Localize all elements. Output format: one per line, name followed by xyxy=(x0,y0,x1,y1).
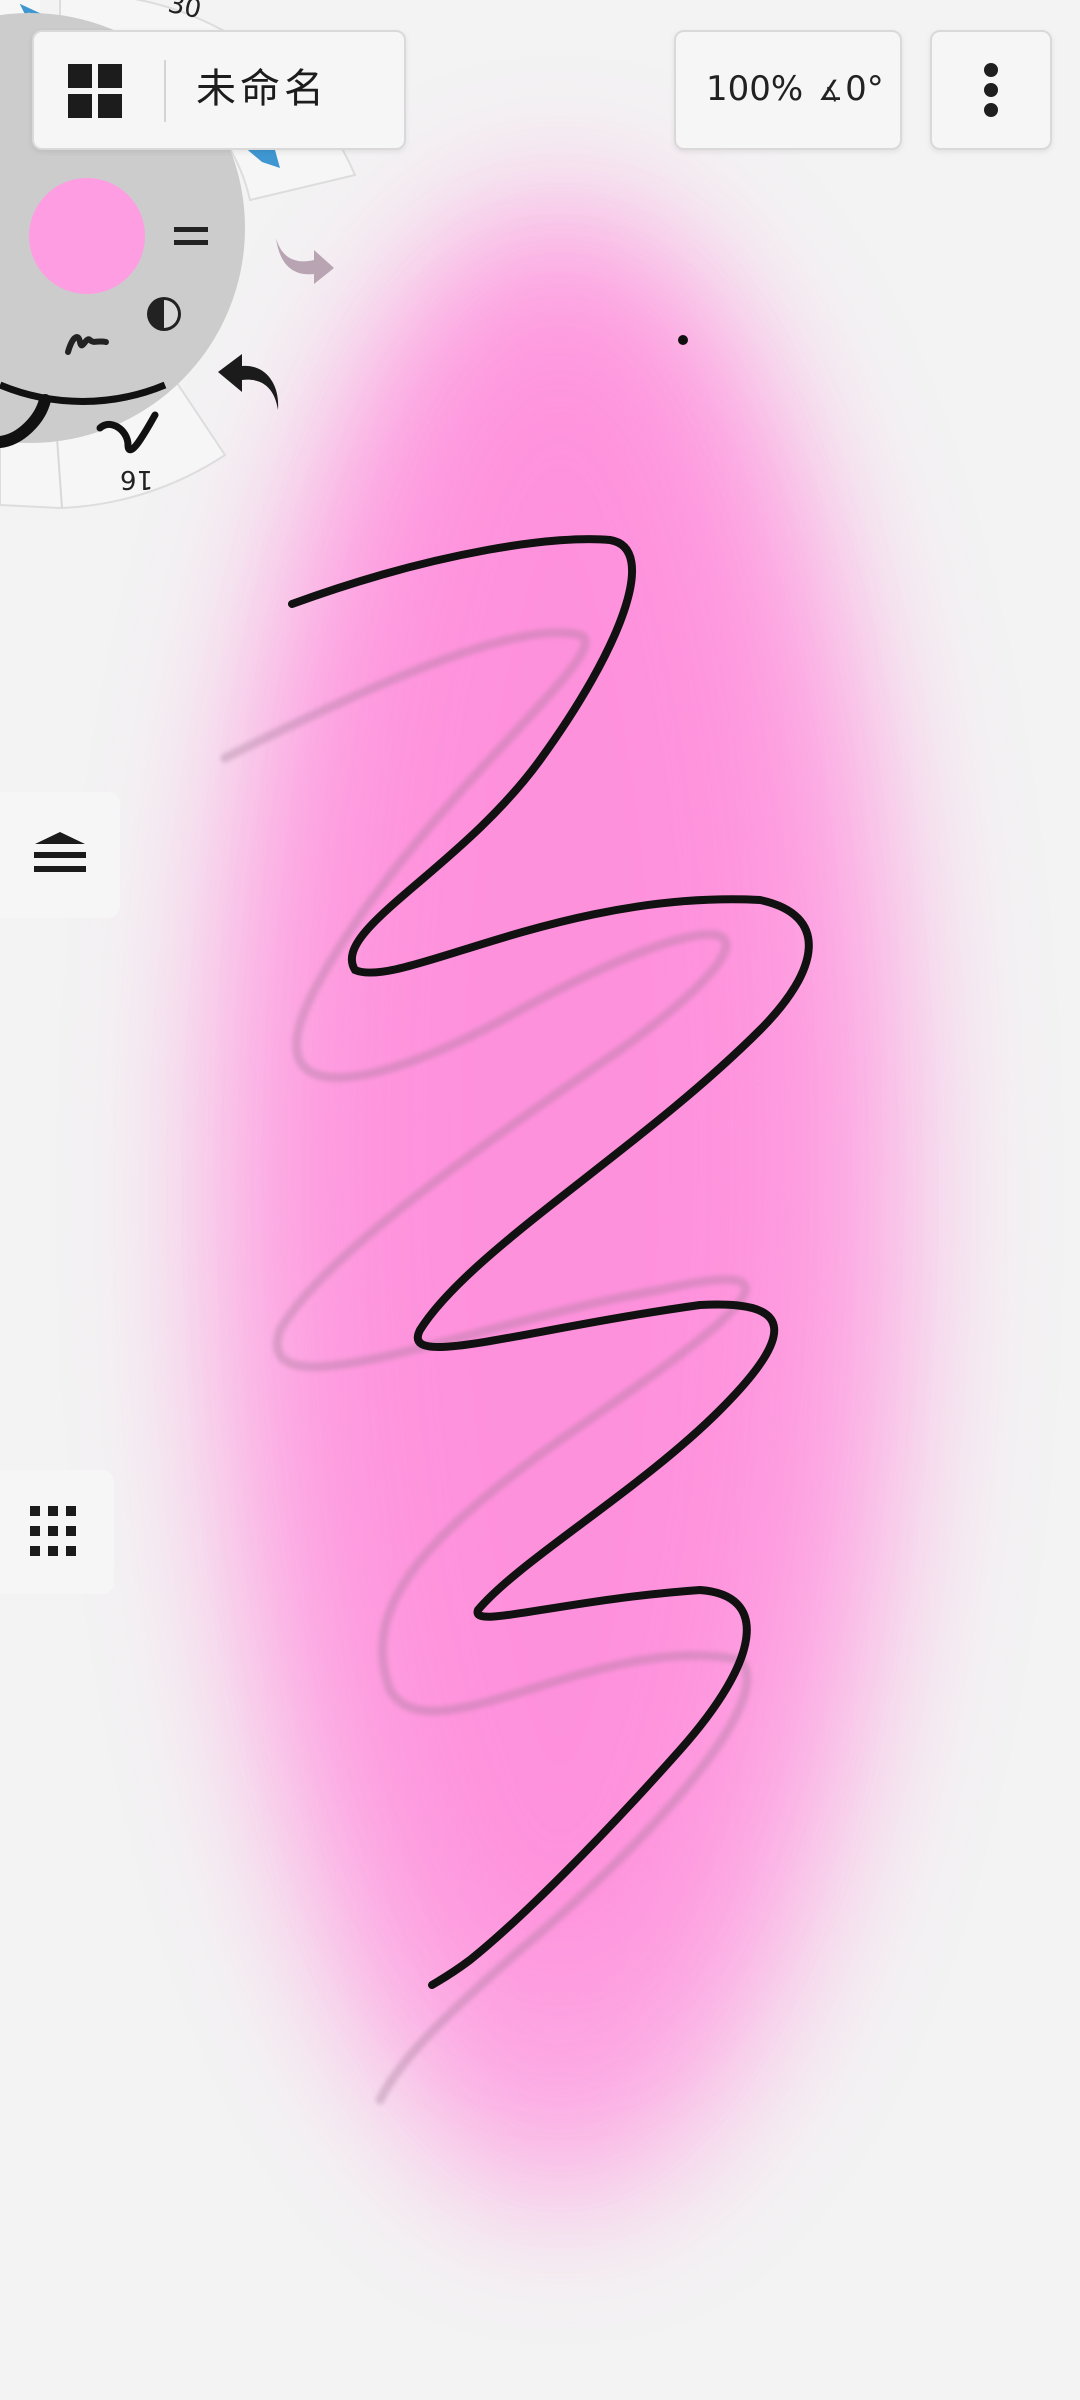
more-vertical-icon xyxy=(984,63,998,117)
redo-arrow-icon[interactable] xyxy=(268,226,338,288)
zoom-level[interactable]: 100% xyxy=(706,58,803,120)
document-title[interactable]: 未命名 xyxy=(196,58,328,120)
title-divider xyxy=(164,60,166,122)
rotation-angle: 0° xyxy=(845,69,884,109)
color-swatch[interactable] xyxy=(29,178,145,294)
more-menu-button[interactable] xyxy=(930,30,1052,150)
brush-size-bottom-label: 16 xyxy=(120,464,154,494)
drawing-canvas[interactable] xyxy=(0,0,1080,2400)
brush-stroke-icon[interactable] xyxy=(62,318,114,362)
undo-arrow-icon[interactable] xyxy=(214,352,284,416)
view-panel[interactable]: 100% ∡0° xyxy=(674,30,902,150)
gallery-grid-icon[interactable] xyxy=(68,64,122,118)
contrast-icon[interactable] xyxy=(142,292,186,336)
angle-icon: ∡ xyxy=(818,74,844,107)
rotation-readout[interactable]: ∡0° xyxy=(818,58,884,122)
layers-icon xyxy=(34,832,86,872)
title-panel: 未命名 xyxy=(32,30,406,150)
ink-dot xyxy=(678,335,688,345)
dot-grid-icon xyxy=(30,1506,76,1556)
equals-icon[interactable] xyxy=(170,222,214,252)
layers-button[interactable] xyxy=(0,792,120,918)
grid-button[interactable] xyxy=(0,1470,114,1594)
